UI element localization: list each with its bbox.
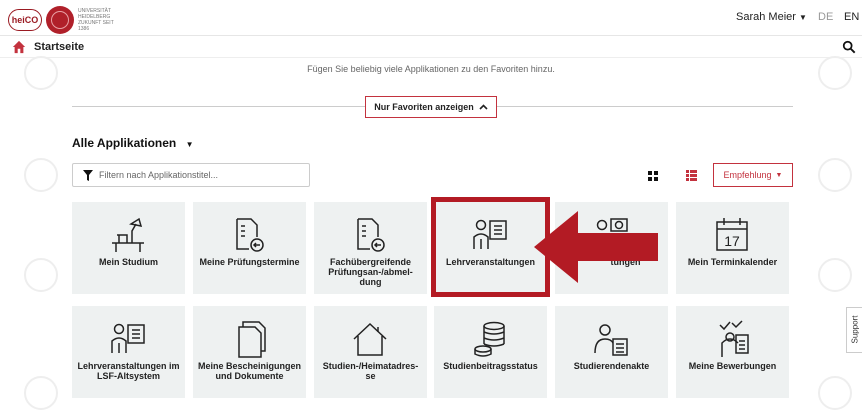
section-title[interactable]: Alle Applikationen ▼ <box>72 136 194 150</box>
documents-icon <box>238 321 266 358</box>
app-tile-terminkalender[interactable]: 17 Mein Terminkalender <box>676 202 789 294</box>
application-icon <box>719 320 749 357</box>
tile-label: Lehrveranstaltungen im LSF-Altsystem <box>77 361 180 381</box>
tile-label: Studierendenakte <box>573 361 650 371</box>
tile-label: Meine Bewerbungen <box>688 361 777 371</box>
app-tile-fachuebergreifende-pruefung[interactable]: Fachübergreifende Prüfungsan-/abmel-dung <box>314 202 427 294</box>
watermark-icon <box>818 376 852 410</box>
watermark-icon <box>24 258 58 292</box>
app-tile-pruefungstermine[interactable]: Meine Prüfungstermine <box>193 202 306 294</box>
list-view-icon[interactable] <box>686 170 697 181</box>
top-bar: heiCO UNIVERSITÄT HEIDELBERG ZUKUNFT SEI… <box>0 0 862 36</box>
support-label: Support <box>850 315 860 344</box>
app-tile-bewerbungen[interactable]: Meine Bewerbungen <box>676 306 789 398</box>
watermark-icon <box>818 158 852 192</box>
calendar-day: 17 <box>724 233 740 249</box>
desk-lamp-icon <box>112 217 144 252</box>
filter-icon <box>83 170 93 181</box>
home-link[interactable]: Startseite <box>34 41 84 53</box>
student-file-icon <box>594 324 628 356</box>
watermark-icon <box>24 376 58 410</box>
app-tile-studierendenakte[interactable]: Studierendenakte <box>555 306 668 398</box>
sort-label: Empfehlung <box>723 170 772 180</box>
tile-label: Meine Bescheinigungen und Dokumente <box>197 361 302 381</box>
calendar-icon: 17 <box>716 218 748 251</box>
app-tile-studienbeitragsstatus[interactable]: Studienbeitragsstatus <box>434 306 547 398</box>
language-en[interactable]: EN <box>844 11 859 23</box>
search-icon[interactable] <box>842 40 856 54</box>
divider <box>497 106 793 107</box>
favorites-toggle-label: Nur Favoriten anzeigen <box>374 102 474 112</box>
app-tile-mein-studium[interactable]: Mein Studium <box>72 202 185 294</box>
tile-label: Studien-/Heimatadres-se <box>322 361 419 381</box>
tile-label: Meine Prüfungstermine <box>199 257 300 267</box>
logo[interactable]: heiCO UNIVERSITÄT HEIDELBERG ZUKUNFT SEI… <box>8 6 118 34</box>
pointer-arrow-icon <box>534 211 658 283</box>
divider <box>72 106 365 107</box>
watermark-icon <box>818 258 852 292</box>
filter-input[interactable] <box>99 167 304 183</box>
sort-dropdown[interactable]: Empfehlung ▼ <box>713 163 793 187</box>
exam-document-icon <box>236 218 264 252</box>
app-tile-bescheinigungen[interactable]: Meine Bescheinigungen und Dokumente <box>193 306 306 398</box>
support-tab[interactable]: Support <box>846 307 862 353</box>
caret-down-icon: ▼ <box>185 140 194 149</box>
grid-view-icon[interactable] <box>648 171 658 181</box>
favorites-toggle-button[interactable]: Nur Favoriten anzeigen <box>365 96 497 118</box>
app-tile-lsf-altsystem[interactable]: Lehrveranstaltungen im LSF-Altsystem <box>72 306 185 398</box>
teacher-board-icon <box>111 323 145 353</box>
app-tile-heimatadresse[interactable]: Studien-/Heimatadres-se <box>314 306 427 398</box>
watermark-icon <box>24 158 58 192</box>
coins-icon <box>474 321 505 357</box>
heico-logo: heiCO <box>8 9 42 31</box>
house-icon <box>353 322 387 356</box>
breadcrumb-bar: Startseite <box>0 36 862 58</box>
language-de[interactable]: DE <box>818 11 833 23</box>
caret-down-icon: ▼ <box>798 13 807 22</box>
tile-label: Mein Studium <box>99 257 158 267</box>
caret-down-icon: ▼ <box>775 171 783 179</box>
exam-document-icon <box>357 218 385 252</box>
chevron-up-icon <box>479 104 488 110</box>
home-icon[interactable] <box>12 40 26 54</box>
tile-label: Fachübergreifende Prüfungsan-/abmel-dung <box>328 257 413 287</box>
tile-label: Mein Terminkalender <box>687 257 778 267</box>
user-menu[interactable]: Sarah Meier ▼ <box>736 11 807 23</box>
favorites-hint: Fügen Sie beliebig viele Applikationen z… <box>307 64 555 74</box>
tile-label: Studienbeitragsstatus <box>443 361 538 371</box>
university-logo-text: UNIVERSITÄT HEIDELBERG ZUKUNFT SEIT 1386 <box>78 8 114 32</box>
university-seal-icon <box>46 6 74 34</box>
user-name: Sarah Meier <box>736 11 796 23</box>
filter-field[interactable] <box>72 163 310 187</box>
